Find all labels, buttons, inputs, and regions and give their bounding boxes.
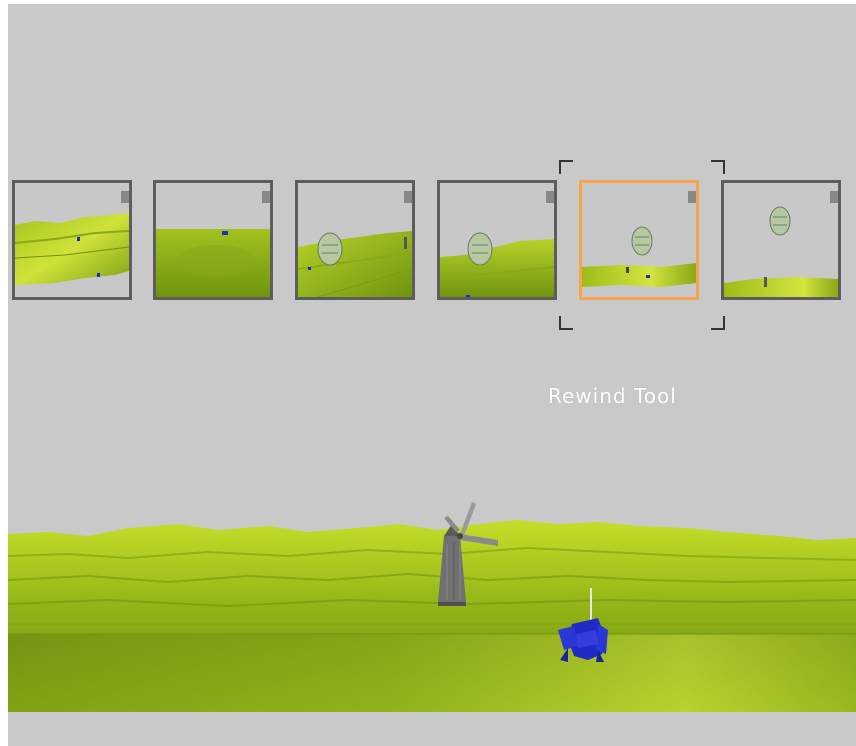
rewind-frame-1[interactable] (12, 180, 132, 300)
rewind-frame-2[interactable] (153, 180, 273, 300)
rewind-frame-5-selected[interactable] (579, 180, 699, 300)
game-scene[interactable] (8, 484, 856, 746)
rewind-frame-6[interactable] (721, 180, 841, 300)
rewind-frame-4[interactable] (437, 180, 557, 300)
rewind-filmstrip (8, 4, 856, 364)
rewind-frame-3[interactable] (295, 180, 415, 300)
selection-bracket-bottom-left (559, 316, 573, 330)
game-viewport[interactable]: Rewind Tool (8, 4, 856, 746)
selection-bracket-top-right (711, 160, 725, 174)
selection-bracket-top-left (559, 160, 573, 174)
selection-bracket-bottom-right (711, 316, 725, 330)
rewind-tool-label: Rewind Tool (548, 384, 677, 408)
